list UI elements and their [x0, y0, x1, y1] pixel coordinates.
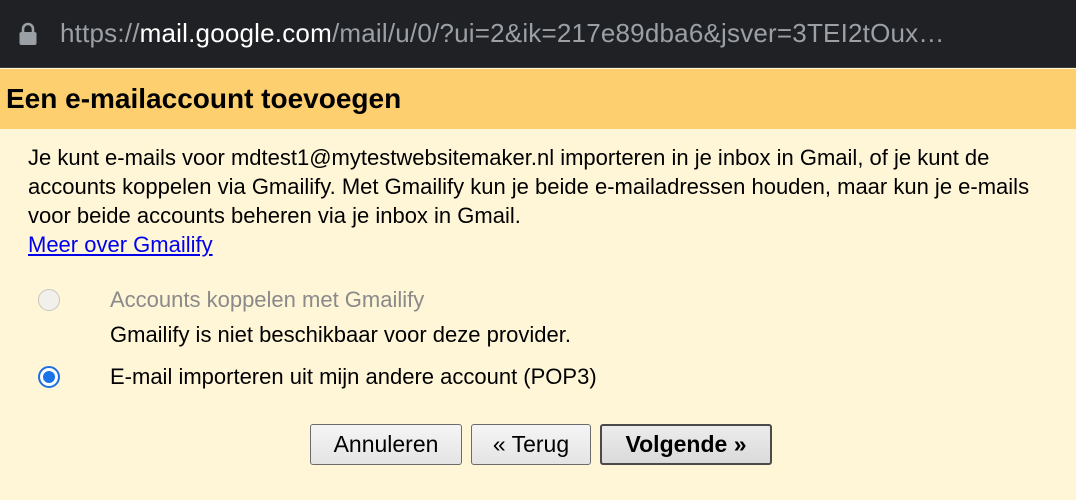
lock-icon: [18, 22, 38, 46]
url-path: /mail/u/0/?ui=2&ik=217e89dba6&jsver=3TEI…: [331, 18, 945, 48]
option-pop3-label[interactable]: E-mail importeren uit mijn andere accoun…: [110, 364, 597, 390]
url-scheme: https://: [60, 18, 140, 48]
radio-gmailify: [38, 289, 60, 311]
learn-more-gmailify-link[interactable]: Meer over Gmailify: [28, 230, 213, 259]
browser-address-bar[interactable]: https://mail.google.com/mail/u/0/?ui=2&i…: [0, 0, 1076, 68]
url-host: mail.google.com: [139, 18, 332, 48]
dialog-content: Je kunt e-mails voor mdtest1@mytestwebsi…: [28, 143, 1058, 259]
option-gmailify: Accounts koppelen met Gmailify: [28, 280, 1058, 320]
radio-pop3[interactable]: [38, 366, 60, 388]
option-pop3[interactable]: E-mail importeren uit mijn andere accoun…: [28, 357, 1058, 397]
dialog-title-bar: Een e-mailaccount toevoegen: [0, 69, 1076, 129]
gmailify-note-row: Gmailify is niet beschikbaar voor deze p…: [28, 315, 1058, 355]
gmailify-unavailable-note: Gmailify is niet beschikbaar voor deze p…: [110, 322, 571, 347]
back-button[interactable]: « Terug: [471, 424, 591, 465]
cancel-button[interactable]: Annuleren: [310, 424, 462, 465]
option-gmailify-label: Accounts koppelen met Gmailify: [110, 287, 425, 312]
next-button[interactable]: Volgende »: [600, 424, 772, 465]
dialog-title: Een e-mailaccount toevoegen: [6, 83, 402, 114]
dialog-buttons: Annuleren « Terug Volgende »: [310, 424, 772, 465]
intro-text: Je kunt e-mails voor mdtest1@mytestwebsi…: [28, 145, 1030, 228]
url-text[interactable]: https://mail.google.com/mail/u/0/?ui=2&i…: [60, 18, 945, 49]
